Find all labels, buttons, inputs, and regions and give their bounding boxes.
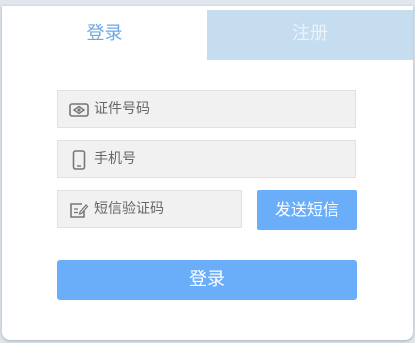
id-card-icon bbox=[69, 100, 89, 120]
phone-placeholder: 手机号 bbox=[94, 151, 136, 167]
phone-icon bbox=[69, 150, 89, 170]
id-number-field[interactable]: 证件号码 bbox=[57, 90, 356, 128]
id-number-placeholder: 证件号码 bbox=[94, 101, 150, 117]
sms-code-field[interactable]: 短信验证码 bbox=[57, 190, 242, 228]
edit-code-icon bbox=[69, 200, 89, 220]
login-submit-button[interactable]: 登录 bbox=[57, 260, 357, 300]
send-sms-button[interactable]: 发送短信 bbox=[257, 190, 357, 230]
tab-login[interactable]: 登录 bbox=[2, 10, 207, 60]
phone-field[interactable]: 手机号 bbox=[57, 140, 356, 178]
tab-bar: 登录 注册 bbox=[2, 10, 413, 60]
sms-code-placeholder: 短信验证码 bbox=[94, 201, 164, 217]
tab-register[interactable]: 注册 bbox=[207, 10, 413, 60]
